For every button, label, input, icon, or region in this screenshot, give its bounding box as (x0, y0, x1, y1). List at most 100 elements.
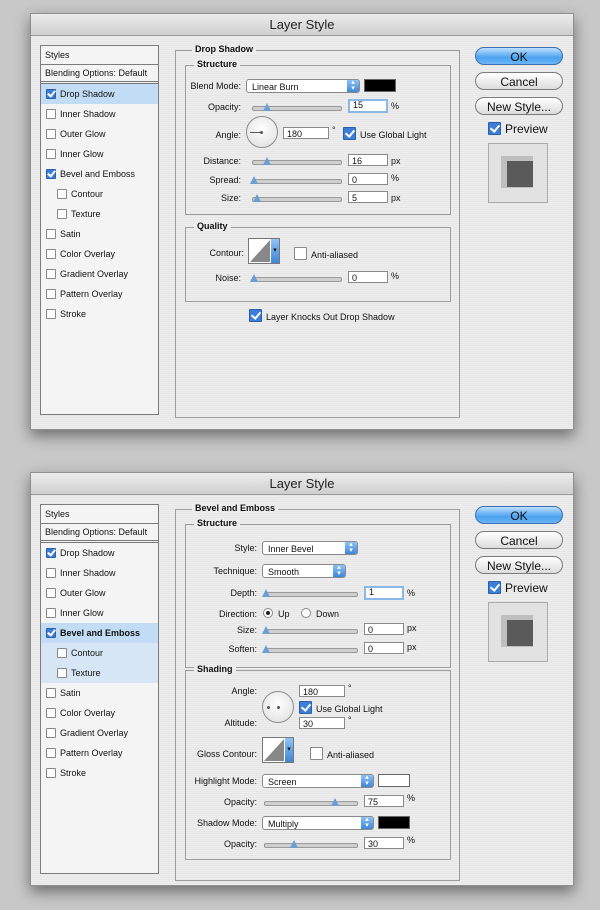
styles-header[interactable]: Styles (41, 505, 158, 524)
checkbox-icon[interactable] (46, 728, 56, 738)
style-item-drop-shadow[interactable]: Drop Shadow (41, 543, 158, 563)
contour-picker[interactable]: ▾ (248, 238, 280, 264)
slider-thumb-icon[interactable] (250, 176, 259, 185)
checkbox-icon[interactable] (46, 89, 56, 99)
style-item-inner-shadow[interactable]: Inner Shadow (41, 563, 158, 583)
style-item-bevel-and-emboss[interactable]: Bevel and Emboss (41, 623, 158, 643)
depth-field[interactable]: 1 (364, 586, 404, 600)
style-item-gradient-overlay[interactable]: Gradient Overlay (41, 264, 158, 284)
angle-altitude-dial[interactable] (262, 691, 294, 723)
preview-checkbox[interactable]: Preview (488, 581, 548, 595)
new-style-button[interactable]: New Style... (475, 97, 563, 115)
slider-thumb-icon[interactable] (250, 274, 259, 283)
blending-options-item[interactable]: Blending Options: Default (41, 524, 158, 543)
anti-aliased-checkbox[interactable]: Anti-aliased (294, 247, 358, 260)
checkbox-icon[interactable] (343, 127, 356, 140)
distance-field[interactable]: 16 (348, 154, 388, 166)
checkbox-icon[interactable] (46, 748, 56, 758)
cancel-button[interactable]: Cancel (475, 72, 563, 90)
shadow-color-swatch[interactable] (378, 816, 410, 829)
spread-field[interactable]: 0 (348, 173, 388, 185)
distance-slider[interactable] (252, 157, 342, 166)
slider-thumb-icon[interactable] (253, 194, 262, 203)
gloss-contour-picker[interactable]: ▾ (262, 737, 294, 763)
angle-field[interactable]: 180 (283, 127, 329, 139)
style-item-contour[interactable]: Contour (41, 643, 158, 663)
opacity-field[interactable]: 15 (348, 99, 388, 113)
shadow-color-swatch[interactable] (364, 79, 396, 92)
checkbox-icon[interactable] (46, 289, 56, 299)
highlight-opacity-slider[interactable] (264, 798, 358, 807)
checkbox-icon[interactable] (299, 701, 312, 714)
noise-slider[interactable] (250, 274, 342, 283)
soften-slider[interactable] (262, 645, 358, 654)
noise-field[interactable]: 0 (348, 271, 388, 283)
shadow-mode-select[interactable]: Multiply ▴ ▾ (262, 816, 374, 830)
style-item-pattern-overlay[interactable]: Pattern Overlay (41, 743, 158, 763)
ok-button[interactable]: OK (475, 506, 563, 524)
blend-mode-select[interactable]: Linear Burn ▴ ▾ (246, 79, 360, 93)
checkbox-icon[interactable] (46, 309, 56, 319)
highlight-mode-select[interactable]: Screen ▴ ▾ (262, 774, 374, 788)
checkbox-icon[interactable] (249, 309, 262, 322)
cancel-button[interactable]: Cancel (475, 531, 563, 549)
slider-thumb-icon[interactable] (263, 157, 272, 166)
styles-header[interactable]: Styles (41, 46, 158, 65)
checkbox-icon[interactable] (46, 109, 56, 119)
checkbox-icon[interactable] (46, 588, 56, 598)
style-item-color-overlay[interactable]: Color Overlay (41, 244, 158, 264)
style-item-inner-shadow[interactable]: Inner Shadow (41, 104, 158, 124)
checkbox-icon[interactable] (46, 149, 56, 159)
altitude-field[interactable]: 30 (299, 717, 345, 729)
preview-checkbox[interactable]: Preview (488, 122, 548, 136)
checkbox-icon[interactable] (46, 229, 56, 239)
style-item-drop-shadow[interactable]: Drop Shadow (41, 84, 158, 104)
checkbox-icon[interactable] (46, 608, 56, 618)
checkbox-icon[interactable] (46, 768, 56, 778)
style-item-texture[interactable]: Texture (41, 204, 158, 224)
highlight-opacity-field[interactable]: 75 (364, 795, 404, 807)
style-item-satin[interactable]: Satin (41, 224, 158, 244)
shadow-opacity-field[interactable]: 30 (364, 837, 404, 849)
use-global-light-checkbox[interactable]: Use Global Light (343, 127, 427, 140)
depth-slider[interactable] (262, 589, 358, 597)
slider-thumb-icon[interactable] (331, 798, 340, 807)
opacity-slider[interactable] (252, 103, 342, 111)
direction-up-radio[interactable] (263, 608, 273, 618)
checkbox-icon[interactable] (46, 688, 56, 698)
checkbox-icon[interactable] (46, 548, 56, 558)
checkbox-icon[interactable] (46, 568, 56, 578)
style-item-satin[interactable]: Satin (41, 683, 158, 703)
checkbox-icon[interactable] (488, 581, 501, 594)
style-item-stroke[interactable]: Stroke (41, 763, 158, 783)
new-style-button[interactable]: New Style... (475, 556, 563, 574)
slider-thumb-icon[interactable] (290, 840, 299, 849)
checkbox-icon[interactable] (57, 648, 67, 658)
checkbox-icon[interactable] (46, 269, 56, 279)
checkbox-icon[interactable] (46, 129, 56, 139)
size-slider[interactable] (262, 626, 358, 635)
checkbox-icon[interactable] (46, 628, 56, 638)
checkbox-icon[interactable] (57, 189, 67, 199)
size-slider[interactable] (252, 194, 342, 203)
slider-thumb-icon[interactable] (262, 645, 271, 654)
angle-field[interactable]: 180 (299, 685, 345, 697)
style-item-outer-glow[interactable]: Outer Glow (41, 583, 158, 603)
shadow-opacity-slider[interactable] (264, 840, 358, 849)
checkbox-icon[interactable] (46, 249, 56, 259)
checkbox-icon[interactable] (46, 708, 56, 718)
technique-select[interactable]: Smooth ▴ ▾ (262, 564, 346, 578)
style-item-contour[interactable]: Contour (41, 184, 158, 204)
blending-options-item[interactable]: Blending Options: Default (41, 65, 158, 84)
checkbox-icon[interactable] (488, 122, 501, 135)
angle-dial[interactable] (246, 116, 278, 148)
size-field[interactable]: 5 (348, 191, 388, 203)
bevel-style-select[interactable]: Inner Bevel ▴ ▾ (262, 541, 358, 555)
soften-field[interactable]: 0 (364, 642, 404, 654)
slider-thumb-icon[interactable] (262, 626, 271, 635)
ok-button[interactable]: OK (475, 47, 563, 65)
style-item-texture[interactable]: Texture (41, 663, 158, 683)
style-item-pattern-overlay[interactable]: Pattern Overlay (41, 284, 158, 304)
checkbox-icon[interactable] (310, 747, 323, 760)
style-item-bevel-and-emboss[interactable]: Bevel and Emboss (41, 164, 158, 184)
